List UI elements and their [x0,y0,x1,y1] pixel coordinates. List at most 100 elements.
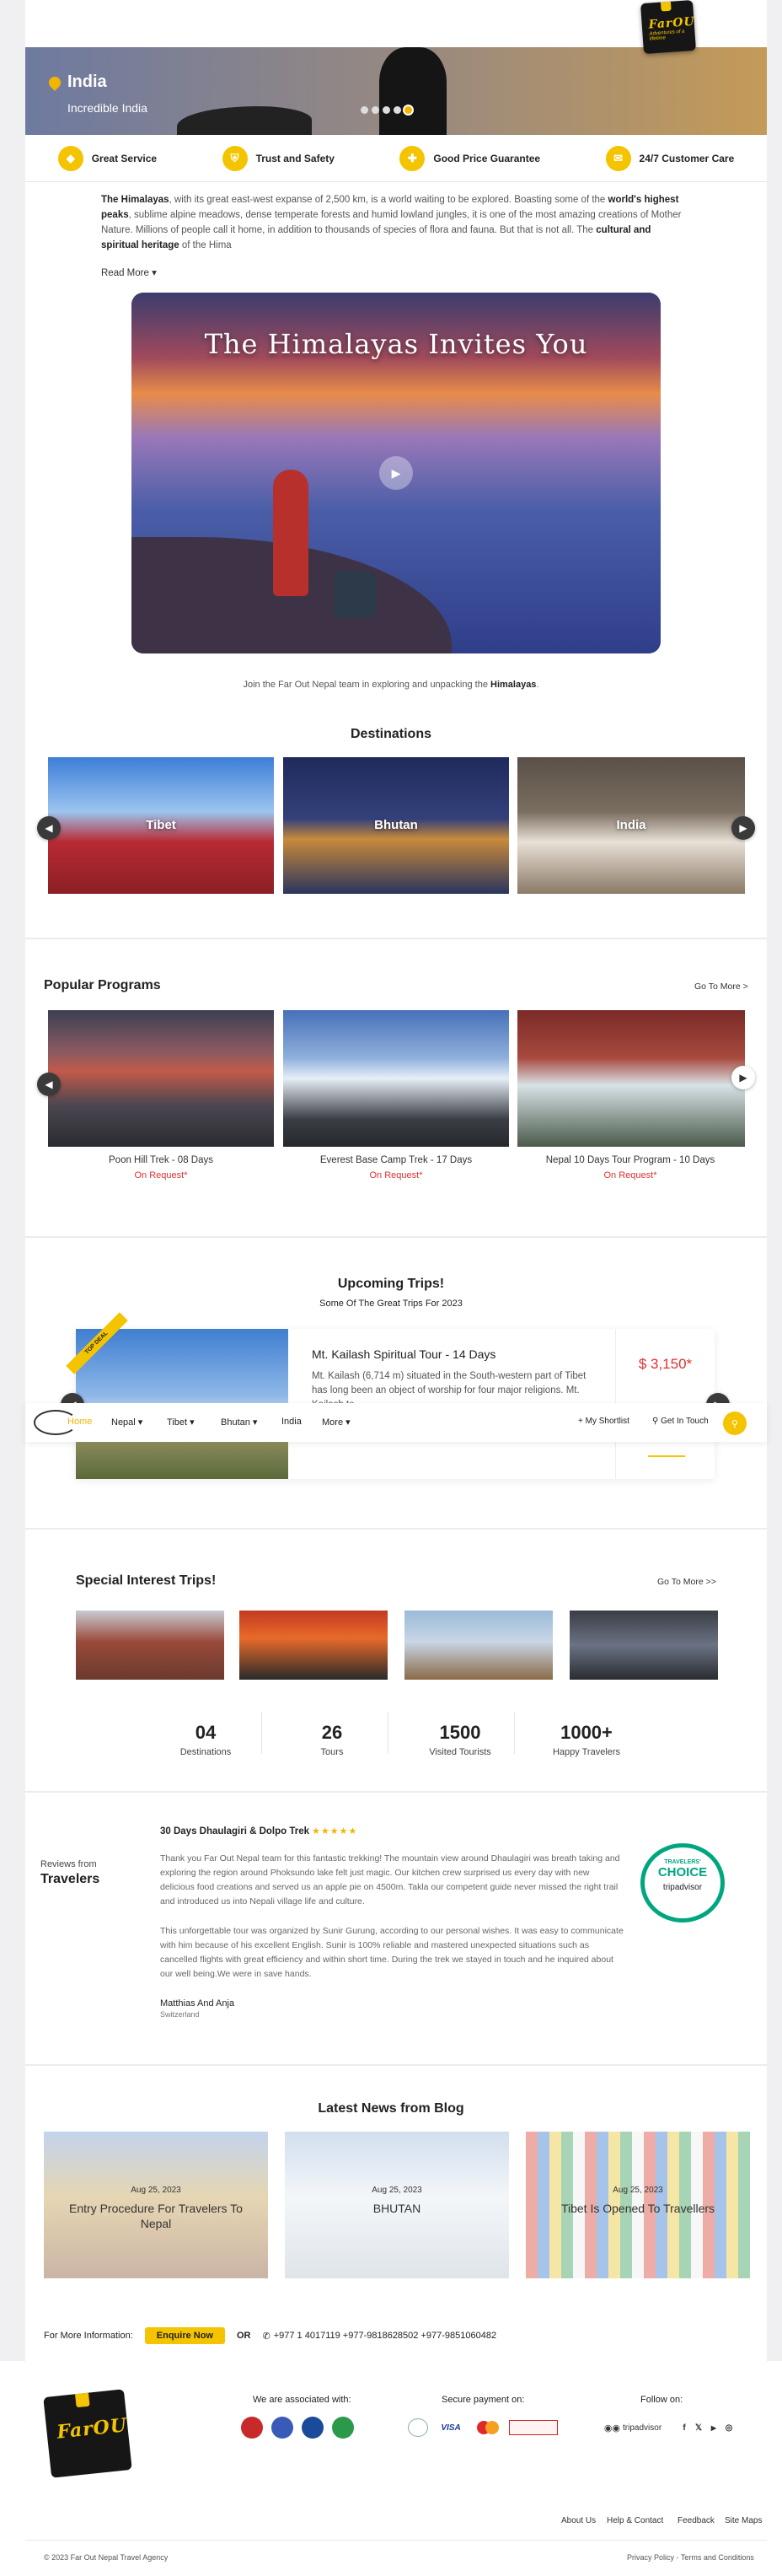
program-image[interactable] [48,1010,274,1147]
blog-date: Aug 25, 2023 [131,2186,181,2195]
blog-card[interactable]: Aug 25, 2023 Tibet Is Opened To Traveller… [526,2132,750,2278]
program-image[interactable] [517,1010,745,1147]
section-divider [25,2064,767,2066]
footer-logo[interactable]: FarOUT [43,2389,132,2478]
logo-pin [660,0,672,12]
footer-follow-label: Follow on: [640,2395,683,2405]
play-icon[interactable]: ▶ [379,456,413,490]
blog-card[interactable]: Aug 25, 2023 BHUTAN [285,2132,509,2278]
destination-card-tibet[interactable]: Tibet [48,757,274,894]
reviews-label-small: Reviews from [40,1859,97,1869]
read-more-link[interactable]: Read More ▾ [101,266,157,278]
program-name[interactable]: Everest Base Camp Trek - 17 Days [283,1155,509,1165]
destination-label: India [616,818,646,832]
footer-link-help[interactable]: Help & Contact [607,2516,663,2525]
upcoming-subtitle: Some Of The Great Trips For 2023 [319,1299,463,1309]
review-trip-title[interactable]: 30 Days Dhaulagiri & Dolpo Trek [160,1826,309,1837]
destinations-prev-button[interactable]: ◀ [37,816,61,840]
special-trip-image[interactable] [76,1611,224,1680]
youtube-icon[interactable]: ▶ [708,2420,720,2435]
mastercard-logo [474,2420,502,2435]
contact-strip: For More Information: Enquire Now OR ✆ +… [25,2317,767,2354]
programs-prev-button[interactable]: ◀ [37,1073,61,1096]
blog-date: Aug 25, 2023 [613,2186,663,2195]
destination-label: Tibet [146,818,176,832]
stat-destinations: 04 Destinations [179,1722,232,1757]
get-in-touch-link[interactable]: ⚲ Get In Touch [652,1417,709,1426]
shield-icon: ⛨ [222,145,248,171]
special-trip-image[interactable] [570,1611,718,1680]
programs-go-more-link[interactable]: Go To More > [694,981,748,992]
program-name[interactable]: Nepal 10 Days Tour Program - 10 Days [517,1155,743,1165]
hero-slide-dots [361,106,412,114]
nav-item-tibet[interactable]: Tibet ▾ [167,1417,195,1428]
video-player[interactable]: The Himalayas Invites You ▶ [131,293,661,653]
program-image[interactable] [283,1010,509,1147]
slide-dot[interactable] [372,106,379,114]
nav-item-nepal[interactable]: Nepal ▾ [111,1417,142,1428]
my-shortlist-link[interactable]: + My Shortlist [578,1417,629,1426]
destination-card-bhutan[interactable]: Bhutan [283,757,509,894]
enquire-now-button[interactable]: Enquire Now [144,2327,225,2344]
feature-price-guarantee: ✚ Good Price Guarantee [399,145,540,171]
price-underline [648,1455,685,1457]
visa-logo: VISA [441,2423,461,2433]
stat-happy: 1000+ Happy Travelers [552,1722,621,1757]
footer-payment-label: Secure payment on: [442,2395,525,2405]
association-logo[interactable] [302,2417,324,2439]
footer-link-feedback[interactable]: Feedback [678,2516,715,2525]
reviews-label-big: Travelers [40,1872,100,1886]
association-logo[interactable] [332,2417,354,2439]
search-icon[interactable]: ⚲ [723,1412,747,1435]
slide-dot[interactable] [383,106,390,114]
payment-logo [408,2418,428,2437]
twitter-icon[interactable]: 𝕏 [693,2420,704,2435]
stat-divider [261,1712,262,1754]
nav-item-home[interactable]: Home [67,1417,92,1427]
special-trip-image[interactable] [239,1611,388,1680]
nav-item-india[interactable]: India [281,1417,302,1427]
section-divider [25,1791,767,1793]
intro-text: The Himalayas, with its great east-west … [101,195,682,250]
policy-links[interactable]: Privacy Policy - Terms and Conditions [627,2553,754,2562]
contact-phones[interactable]: +977 1 4017119 +977-9818628502 +977-9851… [274,2331,496,2341]
section-divider [25,1528,767,1530]
program-name[interactable]: Poon Hill Trek - 08 Days [48,1155,274,1165]
tripadvisor-logo[interactable]: ◉◉ tripadvisor [595,2420,671,2435]
slide-dot[interactable] [394,106,401,114]
footer: FarOUT We are associated with: Secure pa… [0,2361,782,2576]
destination-card-india[interactable]: India [517,757,745,894]
chat-icon: ✉ [605,145,631,171]
slide-dot-active[interactable] [404,106,412,114]
site-logo[interactable]: FarOUT Adventures of a lifetime [640,0,697,55]
association-logo[interactable] [271,2417,293,2439]
nav-item-more[interactable]: More ▾ [322,1417,351,1428]
special-trip-image[interactable] [404,1611,553,1680]
programs-next-button[interactable]: ▶ [731,1066,755,1089]
blog-card[interactable]: Aug 25, 2023 Entry Procedure For Traveler… [44,2132,268,2278]
tripadvisor-award-badge: TRAVELERS' CHOICE tripadvisor [640,1843,725,1923]
contact-or: OR [237,2331,251,2341]
video-title: The Himalayas Invites You [204,328,588,360]
destinations-next-button[interactable]: ▶ [731,816,755,840]
trip-title[interactable]: Mt. Kailash Spiritual Tour - 14 Days [312,1347,495,1361]
tag-icon: ✚ [399,145,426,171]
nav-item-bhutan[interactable]: Bhutan ▾ [221,1417,257,1428]
blog-date: Aug 25, 2023 [372,2186,422,2195]
footer-link-about[interactable]: About Us [561,2516,596,2525]
feature-customer-care: ✉ 24/7 Customer Care [605,145,734,171]
logo-tagline: Adventures of a lifetime [649,29,685,42]
feature-label: Trust and Safety [255,152,335,164]
special-title: Special Interest Trips! [76,1573,217,1588]
blog-card-title: Entry Procedure For Travelers To Nepal [69,2202,243,2230]
association-logo[interactable] [241,2417,263,2439]
facebook-icon[interactable]: f [679,2420,689,2435]
footer-link-sitemap[interactable]: Site Maps [725,2516,762,2525]
trip-image-bottom [76,1442,288,1479]
instagram-icon[interactable]: ◎ [723,2420,735,2435]
slide-dot[interactable] [361,106,368,114]
feature-great-service: ◆ Great Service [57,145,157,171]
special-go-more-link[interactable]: Go To More >> [657,1577,716,1587]
feature-strip: ◆ Great Service ⛨ Trust and Safety ✚ Good P… [25,135,767,182]
review-author: Matthias And Anja [160,1998,235,2009]
